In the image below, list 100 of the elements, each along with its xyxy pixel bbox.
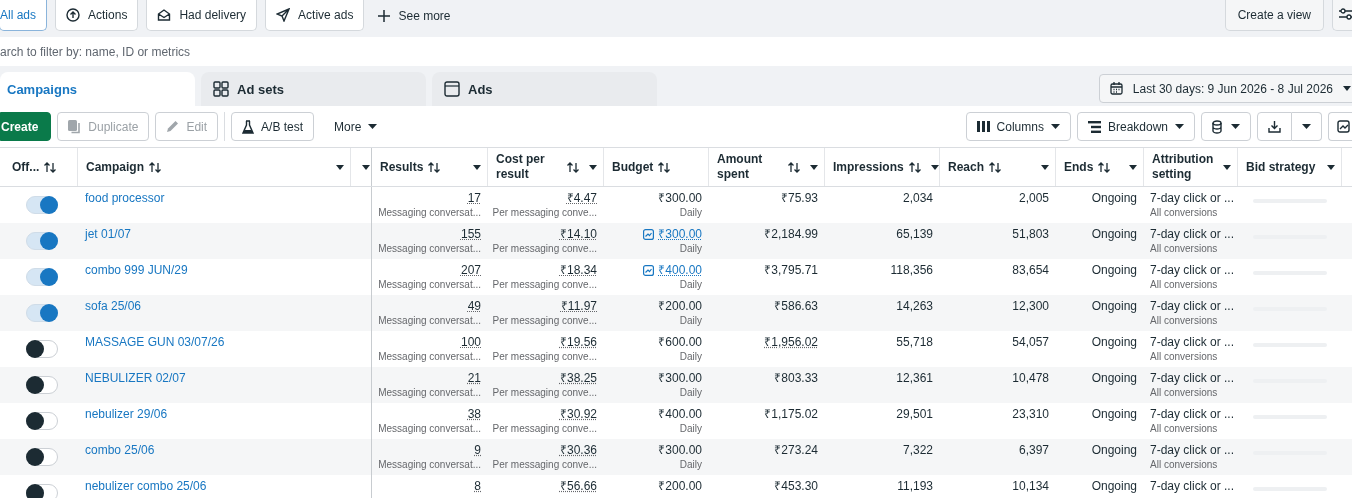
attribution-value: 7-day click or ... — [1150, 191, 1231, 206]
attribution-value: 7-day click or ... — [1150, 335, 1231, 350]
results-value: 155 — [460, 227, 481, 242]
column-header[interactable]: Bid strategy — [1238, 148, 1342, 186]
create-button[interactable]: Create — [0, 112, 52, 141]
results-value: 38 — [467, 407, 481, 422]
column-header[interactable]: Results — [372, 148, 488, 186]
caret-icon — [589, 164, 597, 170]
view-tab[interactable]: Active ads — [265, 0, 365, 31]
column-title: Budget — [612, 159, 654, 175]
column-header[interactable]: Budget — [604, 148, 709, 186]
toggle-switch[interactable] — [26, 232, 58, 250]
toggle-switch[interactable] — [26, 304, 58, 322]
filter-settings-button[interactable] — [1332, 0, 1352, 31]
attribution-type: All conversions — [1150, 206, 1219, 220]
breakdown-button[interactable]: Breakdown — [1076, 112, 1195, 141]
see-more-button[interactable]: See more — [372, 0, 457, 31]
attribution-value: 7-day click or ... — [1150, 299, 1231, 314]
attribution-type: All conversions — [1150, 350, 1219, 364]
ends-value: Ongoing — [1091, 479, 1137, 494]
ends-value: Ongoing — [1091, 407, 1137, 422]
view-tab[interactable]: All ads — [0, 0, 48, 31]
impressions-value: 55,718 — [896, 335, 933, 350]
attribution-value: 7-day click or ... — [1150, 443, 1231, 458]
cost-type: Per messaging conve... — [492, 278, 597, 292]
sort-icon — [788, 161, 800, 173]
toggle-switch[interactable] — [26, 268, 58, 286]
toggle-switch[interactable] — [26, 376, 58, 394]
date-range-button[interactable]: Last 30 days: 9 Jun 2026 - 8 Jul 2026 — [1098, 74, 1352, 103]
campaign-name[interactable]: MASSAGE GUN 03/07/26 — [84, 335, 344, 350]
columns-button[interactable]: Columns — [965, 112, 1071, 141]
budget-value: ₹400.00 — [658, 407, 702, 422]
results-value: 49 — [467, 299, 481, 314]
column-header[interactable]: Impressions — [825, 148, 940, 186]
toggle-switch[interactable] — [26, 448, 58, 466]
cost-type: Per messaging conve... — [492, 350, 597, 364]
results-value: 9 — [474, 443, 481, 458]
view-tab[interactable]: Had delivery — [146, 0, 258, 31]
level-tab[interactable]: Campaigns — [0, 72, 195, 106]
campaign-name[interactable]: NEBULIZER 02/07 — [84, 371, 344, 386]
budget-value[interactable]: ₹300.00 — [658, 227, 702, 242]
level-tab[interactable]: Ads — [432, 72, 657, 106]
column-title: Reach — [948, 159, 985, 175]
result-type: Messaging conversat... — [378, 386, 481, 400]
caret-icon — [1343, 86, 1351, 91]
column-header[interactable]: Reach — [940, 148, 1056, 186]
amount-spent: ₹586.63 — [774, 299, 818, 314]
toggle-switch[interactable] — [26, 484, 58, 498]
column-header[interactable]: Cost per result — [488, 148, 604, 186]
breakdown-icon — [1087, 120, 1101, 133]
caret-icon — [1050, 124, 1060, 129]
caret-icon — [1129, 164, 1137, 170]
toggle-switch[interactable] — [26, 196, 58, 214]
arrow-circle-icon — [66, 8, 81, 22]
campaign-name[interactable]: food processor — [84, 191, 344, 206]
campaign-name[interactable]: nebulizer 29/06 — [84, 407, 344, 422]
budget-value[interactable]: ₹400.00 — [658, 263, 702, 278]
amount-spent: ₹2,184.99 — [764, 227, 818, 242]
campaign-name[interactable]: combo 25/06 — [84, 443, 344, 458]
view-tab[interactable]: Actions — [55, 0, 139, 31]
create-view-button[interactable]: Create a view — [1224, 0, 1324, 31]
sort-icon — [428, 161, 441, 173]
cost-type: Per messaging conve... — [492, 458, 597, 472]
column-title: Bid strategy — [1246, 159, 1316, 175]
toggle-switch[interactable] — [26, 340, 58, 358]
reach-value: 2,005 — [1018, 191, 1049, 206]
amount-spent: ₹75.93 — [780, 191, 818, 206]
results-value: 207 — [460, 263, 481, 278]
column-header[interactable]: Campaign — [78, 148, 351, 186]
export-menu-button[interactable] — [1292, 112, 1322, 141]
export-button[interactable] — [1257, 112, 1292, 141]
column-title: Cost per result — [496, 152, 546, 182]
campaign-name[interactable]: jet 01/07 — [84, 227, 344, 242]
budget-period: Daily — [679, 314, 702, 328]
caret-icon — [810, 164, 818, 170]
paper-plane-icon — [276, 8, 291, 22]
impressions-value: 65,139 — [896, 227, 933, 242]
column-header[interactable]: Off... — [0, 148, 78, 186]
chart-button[interactable] — [1328, 112, 1352, 141]
ends-value: Ongoing — [1091, 191, 1137, 206]
sort-icon — [908, 161, 921, 173]
campaign-name[interactable]: sofa 25/06 — [84, 299, 344, 314]
campaign-name[interactable]: nebulizer combo 25/06 — [84, 479, 344, 494]
level-tab[interactable]: Ad sets — [201, 72, 426, 106]
cost-type: Per messaging conve... — [492, 242, 597, 256]
column-header[interactable]: Attribution setting — [1144, 148, 1238, 186]
sort-icon — [44, 161, 57, 173]
ab-test-button[interactable]: A/B test — [231, 112, 315, 141]
cost-value: ₹18.34 — [559, 263, 597, 278]
column-title: Results — [380, 159, 424, 175]
toggle-switch[interactable] — [26, 412, 58, 430]
column-header[interactable]: Amount spent — [709, 148, 825, 186]
reports-button[interactable] — [1201, 112, 1251, 141]
ends-value: Ongoing — [1091, 227, 1137, 242]
sort-icon — [149, 161, 161, 173]
reach-value: 10,478 — [1012, 371, 1049, 386]
column-header[interactable]: Ends — [1056, 148, 1144, 186]
attribution-type: All conversions — [1150, 242, 1219, 256]
results-value: 100 — [460, 335, 481, 350]
campaign-name[interactable]: combo 999 JUN/29 — [84, 263, 344, 278]
